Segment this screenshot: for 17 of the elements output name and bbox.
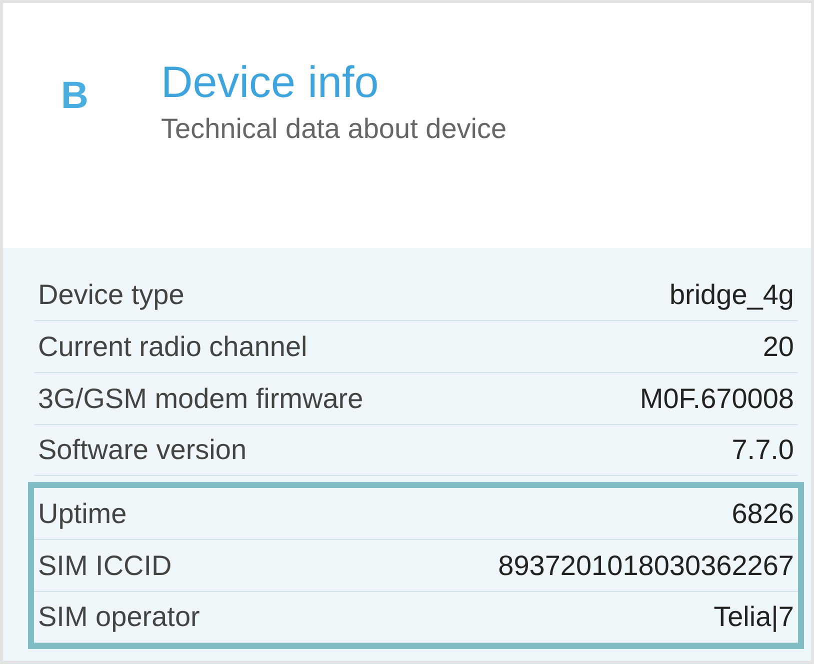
row-value: 7.7.0 [732,434,794,466]
row-value: bridge_4g [669,278,794,310]
row-value: 20 [762,330,794,362]
row-label: Uptime [38,498,127,530]
row-label: 3G/GSM modem firmware [38,382,364,414]
section-subtitle: Technical data about device [161,112,507,146]
row-value: M0F.670008 [640,382,794,414]
row-label: Software version [38,434,247,466]
logo: B [61,75,90,118]
section-title: Device info [161,57,380,109]
row-value: Telia|7 [714,601,794,633]
row-label: Current radio channel [38,330,308,362]
row-value: 6826 [732,498,794,530]
row-label: Device type [38,278,184,310]
row-label: SIM operator [38,601,200,633]
row-label: SIM ICCID [38,550,172,582]
row-value: 8937201018030362267 [498,550,794,582]
